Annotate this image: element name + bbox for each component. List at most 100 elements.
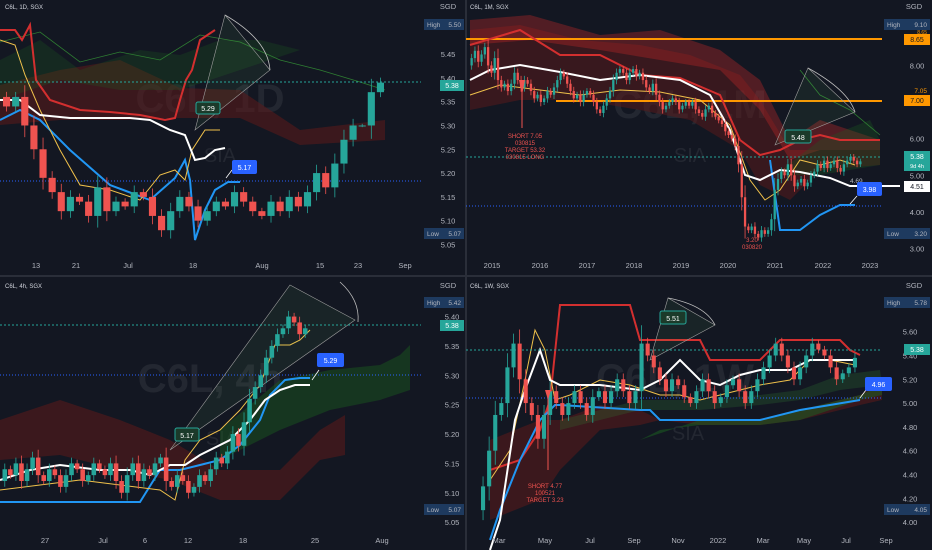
- y-tick-label: 4.00: [903, 518, 918, 527]
- x-tick-label: 21: [72, 261, 80, 270]
- high-label: High: [887, 22, 901, 29]
- x-tick-label: Aug: [255, 261, 268, 270]
- x-tick-label: 2018: [626, 261, 643, 270]
- current-price-value: 5.38: [910, 154, 924, 161]
- time-axis: 2015 2016 2017 2018 2019 2020 2021 2022 2023: [484, 261, 879, 270]
- y-tick-label: 5.15: [445, 459, 460, 468]
- y-tick-label: 4.60: [903, 447, 918, 456]
- y-tick-label: 5.60: [903, 328, 918, 337]
- x-tick-label: Sep: [627, 536, 640, 545]
- x-tick-label: 13: [32, 261, 40, 270]
- current-price-value: 5.38: [445, 323, 459, 330]
- support-badge-text: 5.17: [180, 433, 194, 440]
- chart-grid: C6L, 1D, SGX SGD C6L, 1D SIA 5.29: [0, 0, 932, 550]
- high-label: High: [427, 300, 441, 307]
- y-tick-label: 5.45: [441, 50, 456, 59]
- y-tick-label: 3.00: [910, 245, 925, 254]
- x-tick-label: 2016: [532, 261, 549, 270]
- x-tick-label: 15: [316, 261, 324, 270]
- y-tick-label: 5.25: [445, 401, 460, 410]
- y-tick-label: 5.00: [910, 171, 925, 180]
- svg-text:100521: 100521: [535, 491, 556, 497]
- symbol-header: C6L, 1D, SGX: [5, 5, 43, 11]
- y-tick-label: 5.20: [441, 169, 456, 178]
- y-tick-label: 5.30: [441, 121, 456, 130]
- high-value: 5.50: [448, 22, 461, 29]
- x-tick-label: 2022: [815, 261, 832, 270]
- x-tick-label: 2022: [710, 536, 727, 545]
- y-tick-label: 5.35: [441, 98, 456, 107]
- watermark-sub: SIA: [674, 145, 707, 167]
- y-tick-label: 5.00: [903, 399, 918, 408]
- y-tick-label: 5.05: [445, 518, 460, 527]
- x-tick-label: Aug: [375, 536, 388, 545]
- level-451-value: 4.51: [910, 184, 924, 191]
- target-badge-text: 5.48: [791, 135, 805, 142]
- low-value: 5.07: [448, 507, 461, 514]
- svg-text:TARGET 53.32: TARGET 53.32: [505, 148, 546, 154]
- x-tick-label: Mar: [493, 536, 506, 545]
- level-865-value: 8.65: [910, 37, 924, 44]
- x-tick-label: 2017: [579, 261, 596, 270]
- x-tick-label: May: [538, 536, 552, 545]
- x-tick-label: Mar: [757, 536, 770, 545]
- price-axis: 5.605.405.205.004.804.604.404.204.00: [903, 328, 918, 527]
- high-label: High: [427, 22, 441, 29]
- y-tick-label: 5.10: [445, 489, 460, 498]
- x-tick-label: Jul: [841, 536, 851, 545]
- low-label: Low: [887, 507, 899, 514]
- currency-label: SGD: [440, 281, 457, 290]
- x-tick-label: 18: [239, 536, 247, 545]
- high-label: High: [887, 300, 901, 307]
- low-label: Low: [887, 231, 899, 238]
- symbol-header: C6L, 1M, SGX: [470, 5, 509, 11]
- high-value: 5.78: [914, 300, 927, 307]
- symbol-header: C6L, 1W, SGX: [470, 284, 509, 290]
- svg-text:030815: 030815: [515, 141, 536, 147]
- x-tick-label: Sep: [879, 536, 892, 545]
- symbol-header: C6L, 4h, SGX: [5, 284, 42, 290]
- low-value: 5.07: [448, 231, 461, 238]
- low-value: 3.20: [914, 231, 927, 238]
- currency-label: SGD: [440, 2, 457, 11]
- svg-text:TARGET 3.23: TARGET 3.23: [526, 498, 564, 504]
- currency-label: SGD: [906, 2, 923, 11]
- x-tick-label: 25: [311, 536, 319, 545]
- x-tick-label: Sep: [398, 261, 411, 270]
- y-tick-label: 4.80: [903, 423, 918, 432]
- y-tick-label: 6.00: [910, 135, 925, 144]
- price-axis: 5.455.405.355.305.255.205.155.105.05: [441, 50, 456, 249]
- y-tick-label: 5.15: [441, 193, 456, 202]
- x-tick-label: May: [797, 536, 811, 545]
- current-price-value: 5.38: [910, 347, 924, 354]
- svg-text:030815 LONG: 030815 LONG: [506, 155, 545, 161]
- high-value: 5.42: [448, 300, 461, 307]
- svg-text:030820: 030820: [742, 245, 763, 251]
- x-tick-label: 12: [184, 536, 192, 545]
- x-tick-label: 18: [189, 261, 197, 270]
- support-badge-text: 3.98: [863, 187, 877, 194]
- x-tick-label: 27: [41, 536, 49, 545]
- x-tick-label: 2023: [862, 261, 879, 270]
- svg-text:3.20: 3.20: [746, 238, 758, 244]
- y-tick-label: 5.05: [441, 240, 456, 249]
- low-label: Low: [427, 231, 439, 238]
- svg-text:SHORT 4.77: SHORT 4.77: [528, 484, 563, 490]
- x-tick-label: Jul: [585, 536, 595, 545]
- y-tick-label: 5.10: [441, 217, 456, 226]
- x-tick-label: 23: [354, 261, 362, 270]
- x-tick-label: 6: [143, 536, 147, 545]
- y-tick-label: 8.00: [910, 61, 925, 70]
- x-tick-label: Jul: [123, 261, 133, 270]
- y-tick-label: 5.20: [903, 375, 918, 384]
- svg-text:SHORT 7.05: SHORT 7.05: [508, 134, 543, 140]
- y-tick-label: 5.20: [445, 430, 460, 439]
- y-tick-label: 4.20: [903, 494, 918, 503]
- x-tick-label: 2015: [484, 261, 501, 270]
- high-value: 9.10: [914, 22, 927, 29]
- target-badge-text: 5.29: [324, 358, 338, 365]
- low-label: Low: [427, 507, 439, 514]
- support-badge-text: 4.96: [872, 382, 886, 389]
- x-tick-label: 2020: [720, 261, 737, 270]
- x-tick-label: Jul: [98, 536, 108, 545]
